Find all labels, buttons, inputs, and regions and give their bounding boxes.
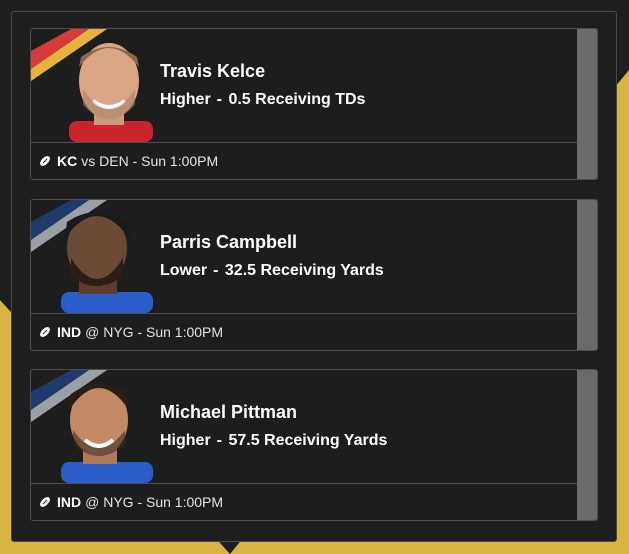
pick-line-value: 57.5 bbox=[228, 432, 260, 449]
pick-stat: Receiving Yards bbox=[260, 262, 384, 279]
team-abbr: IND bbox=[57, 494, 82, 510]
pick-separator: - bbox=[216, 91, 222, 108]
pick-card[interactable]: Parris Campbell Lower - 32.5 Receiving Ya… bbox=[30, 199, 598, 351]
game-info: IND @ NYG - Sun 1:00PM bbox=[31, 314, 579, 350]
pick-line: Lower - 32.5 Receiving Yards bbox=[160, 262, 384, 280]
player-headshot bbox=[31, 200, 156, 313]
pick-direction: Higher bbox=[160, 432, 211, 449]
pick-card[interactable]: Michael Pittman Higher - 57.5 Receiving Y… bbox=[30, 369, 598, 521]
football-icon bbox=[40, 327, 50, 337]
team-abbr: KC bbox=[57, 153, 78, 169]
pick-line: Higher - 57.5 Receiving Yards bbox=[160, 432, 387, 450]
pick-line-value: 0.5 bbox=[228, 91, 251, 108]
pick-separator: - bbox=[213, 262, 219, 279]
pick-line: Higher - 0.5 Receiving TDs bbox=[160, 91, 365, 109]
pick-card-body: Michael Pittman Higher - 57.5 Receiving Y… bbox=[31, 370, 579, 483]
matchup-text: @ NYG - Sun 1:00PM bbox=[85, 494, 224, 510]
player-name: Travis Kelce bbox=[160, 61, 266, 81]
pick-line-value: 32.5 bbox=[224, 262, 257, 279]
pick-card-body: Travis Kelce Higher - 0.5 Receiving TDs bbox=[31, 29, 579, 142]
matchup-text: @ NYG - Sun 1:00PM bbox=[85, 324, 224, 340]
card-scrollbar[interactable] bbox=[577, 370, 597, 520]
card-scrollbar[interactable] bbox=[577, 29, 597, 179]
player-name: Michael Pittman bbox=[160, 402, 298, 422]
pick-direction: Lower bbox=[160, 262, 208, 279]
football-icon bbox=[40, 156, 50, 166]
pick-stat: Receiving TDs bbox=[255, 91, 366, 108]
pick-card-body: Parris Campbell Lower - 32.5 Receiving Ya… bbox=[31, 200, 579, 313]
player-headshot bbox=[31, 29, 156, 142]
matchup-text: vs DEN - Sun 1:00PM bbox=[81, 153, 219, 169]
game-info: KC vs DEN - Sun 1:00PM bbox=[31, 143, 579, 179]
game-info: IND @ NYG - Sun 1:00PM bbox=[31, 484, 579, 520]
pick-direction: Higher bbox=[160, 91, 211, 108]
pick-stat: Receiving Yards bbox=[264, 432, 388, 449]
pick-card[interactable]: Travis Kelce Higher - 0.5 Receiving TDs K… bbox=[30, 28, 598, 180]
team-abbr: IND bbox=[57, 324, 82, 340]
pick-separator: - bbox=[216, 432, 222, 449]
card-scrollbar[interactable] bbox=[577, 200, 597, 350]
player-name: Parris Campbell bbox=[160, 232, 298, 252]
player-headshot bbox=[31, 370, 156, 483]
football-icon bbox=[40, 497, 50, 507]
